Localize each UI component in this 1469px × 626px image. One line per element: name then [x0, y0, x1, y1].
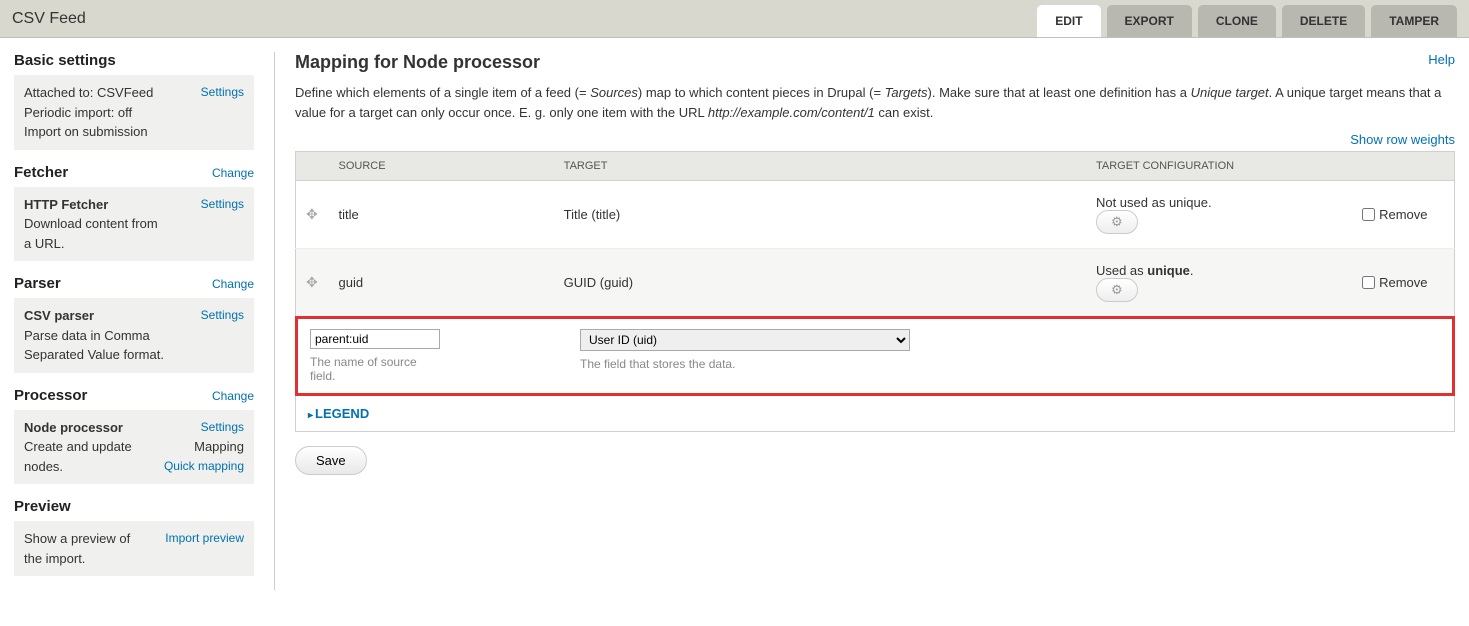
top-bar: CSV Feed EDIT EXPORT CLONE DELETE TAMPER: [0, 0, 1469, 38]
remove-checkbox[interactable]: [1362, 208, 1375, 221]
parser-change[interactable]: Change: [212, 277, 254, 291]
row-config-text: Not used as unique.: [1096, 195, 1342, 210]
col-remove: [1352, 152, 1454, 181]
tab-tamper[interactable]: TAMPER: [1371, 5, 1457, 37]
remove-label[interactable]: Remove: [1362, 275, 1444, 290]
processor-settings-link[interactable]: Settings: [164, 418, 244, 437]
drag-handle-icon[interactable]: ✥: [306, 274, 318, 290]
description: Define which elements of a single item o…: [295, 83, 1455, 122]
remove-label[interactable]: Remove: [1362, 207, 1444, 222]
add-mapping-row: The name of source field. User ID (uid) …: [295, 316, 1455, 396]
source-input[interactable]: [310, 329, 440, 349]
preview-title: Preview: [14, 498, 254, 515]
fetcher-change[interactable]: Change: [212, 166, 254, 180]
tab-clone[interactable]: CLONE: [1198, 5, 1276, 37]
processor-block: Processor Change Settings Mapping Quick m…: [14, 387, 254, 485]
gear-button[interactable]: ⚙: [1096, 278, 1138, 302]
basic-import: Import on submission: [24, 122, 244, 142]
gear-icon: ⚙: [1111, 282, 1123, 297]
show-row-weights-link[interactable]: Show row weights: [1350, 132, 1455, 147]
basic-periodic: Periodic import: off: [24, 103, 244, 123]
help-link[interactable]: Help: [1428, 52, 1455, 67]
preview-card: Import preview Show a preview of the imp…: [14, 521, 254, 576]
basic-settings-card: Settings Attached to: CSVFeed Periodic i…: [14, 75, 254, 150]
main-title: Mapping for Node processor: [295, 52, 540, 73]
remove-checkbox[interactable]: [1362, 276, 1375, 289]
target-select[interactable]: User ID (uid): [580, 329, 910, 351]
processor-change[interactable]: Change: [212, 389, 254, 403]
parser-block: Parser Change Settings CSV parser Parse d…: [14, 275, 254, 373]
row-target: Title (title): [554, 181, 1086, 249]
tab-edit[interactable]: EDIT: [1037, 5, 1100, 37]
processor-card: Settings Mapping Quick mapping Node proc…: [14, 410, 254, 485]
parser-title: Parser: [14, 275, 61, 292]
col-source: SOURCE: [328, 152, 553, 181]
table-row: ✥ title Title (title) Not used as unique…: [296, 181, 1455, 249]
legend-fieldset[interactable]: ▸LEGEND: [295, 396, 1455, 432]
parser-card: Settings CSV parser Parse data in Comma …: [14, 298, 254, 373]
col-config: TARGET CONFIGURATION: [1086, 152, 1352, 181]
fetcher-settings-link[interactable]: Settings: [201, 195, 244, 214]
processor-quick-mapping-link[interactable]: Quick mapping: [164, 457, 244, 476]
main-content: Mapping for Node processor Help Define w…: [274, 52, 1455, 590]
processor-mapping-label: Mapping: [194, 439, 244, 454]
fetcher-title: Fetcher: [14, 164, 68, 181]
tab-export[interactable]: EXPORT: [1107, 5, 1192, 37]
page-title: CSV Feed: [12, 10, 86, 28]
row-target: GUID (guid): [554, 249, 1086, 317]
processor-desc: Create and update nodes.: [24, 437, 154, 476]
basic-settings-link[interactable]: Settings: [201, 83, 244, 102]
save-button[interactable]: Save: [295, 446, 367, 475]
fetcher-desc: Download content from a URL.: [24, 214, 164, 253]
drag-handle-icon[interactable]: ✥: [306, 206, 318, 222]
processor-title: Processor: [14, 387, 87, 404]
target-help: The field that stores the data.: [580, 357, 920, 371]
chevron-right-icon: ▸: [308, 410, 313, 421]
tab-delete[interactable]: DELETE: [1282, 5, 1365, 37]
sidebar: Basic settings Settings Attached to: CSV…: [14, 52, 254, 590]
basic-settings-block: Basic settings Settings Attached to: CSV…: [14, 52, 254, 150]
fetcher-card: Settings HTTP Fetcher Download content f…: [14, 187, 254, 262]
primary-tabs: EDIT EXPORT CLONE DELETE TAMPER: [1037, 5, 1457, 37]
col-target: TARGET: [554, 152, 1086, 181]
preview-desc: Show a preview of the import.: [24, 529, 144, 568]
basic-settings-title: Basic settings: [14, 52, 254, 69]
gear-button[interactable]: ⚙: [1096, 210, 1138, 234]
preview-block: Preview Import preview Show a preview of…: [14, 498, 254, 576]
parser-desc: Parse data in Comma Separated Value form…: [24, 326, 174, 365]
gear-icon: ⚙: [1111, 214, 1123, 229]
row-source: guid: [328, 249, 553, 317]
source-help: The name of source field.: [310, 355, 440, 383]
parser-settings-link[interactable]: Settings: [201, 306, 244, 325]
row-config-text: Used as unique.: [1096, 263, 1342, 278]
import-preview-link[interactable]: Import preview: [165, 529, 244, 548]
legend-label: LEGEND: [315, 406, 369, 421]
table-row: ✥ guid GUID (guid) Used as unique. ⚙ Rem…: [296, 249, 1455, 317]
fetcher-block: Fetcher Change Settings HTTP Fetcher Down…: [14, 164, 254, 262]
row-source: title: [328, 181, 553, 249]
mapping-table: SOURCE TARGET TARGET CONFIGURATION ✥ tit…: [295, 151, 1455, 317]
